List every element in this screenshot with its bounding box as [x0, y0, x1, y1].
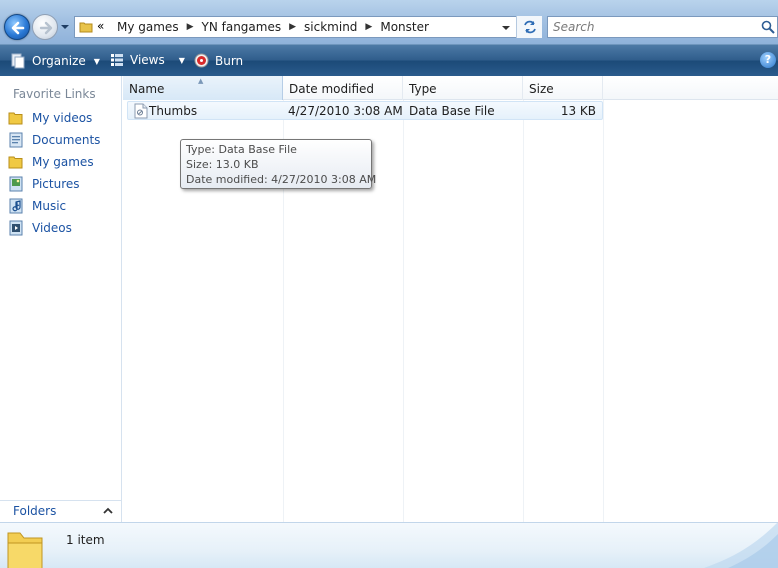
favorite-link-label: My games [32, 155, 94, 169]
views-button[interactable]: Views ▼ [110, 53, 185, 67]
folder-icon [8, 156, 23, 169]
organize-icon [11, 53, 25, 69]
file-info-tooltip: Type: Data Base File Size: 13.0 KB Date … [180, 139, 377, 189]
favorite-link-my-games[interactable]: My games [8, 154, 94, 170]
search-box [547, 16, 778, 38]
breadcrumb-separator-icon[interactable]: ▶ [285, 22, 300, 32]
column-label: Size [529, 82, 554, 96]
burn-disc-icon [194, 53, 209, 68]
refresh-button[interactable] [516, 16, 542, 38]
breadcrumb-item[interactable]: Monster [376, 20, 433, 34]
decorative-swoosh [704, 523, 778, 568]
documents-icon [9, 132, 23, 148]
organize-button[interactable]: Organize ▼ [10, 53, 100, 69]
burn-label: Burn [215, 53, 244, 68]
column-label: Date modified [289, 82, 375, 96]
favorite-link-my-videos[interactable]: My videos [8, 110, 92, 126]
breadcrumb: My games ▶ YN fangames ▶ sickmind ▶ Mons… [113, 20, 433, 34]
file-date-modified: 4/27/2010 3:08 AM [288, 104, 403, 118]
favorite-link-pictures[interactable]: Pictures [8, 176, 80, 192]
breadcrumb-item[interactable]: My games [113, 20, 183, 34]
favorite-link-label: Documents [32, 133, 101, 147]
chevron-down-icon: ▼ [178, 55, 185, 65]
favorite-link-documents[interactable]: Documents [8, 132, 100, 148]
pictures-icon [9, 176, 23, 192]
database-file-icon [134, 103, 148, 119]
item-count: 1 item [66, 533, 105, 547]
column-divider [403, 100, 404, 522]
column-headers: ▲ Name Date modified Type Size [123, 76, 778, 100]
breadcrumb-bar[interactable]: « My games ▶ YN fangames ▶ sickmind ▶ Mo… [74, 16, 542, 38]
breadcrumb-item[interactable]: YN fangames [198, 20, 286, 34]
file-row[interactable]: Thumbs 4/27/2010 3:08 AM Data Base File … [127, 101, 603, 120]
column-divider [523, 100, 524, 522]
file-size: 13 KB [560, 104, 596, 118]
column-header-name[interactable]: ▲ Name [123, 76, 283, 100]
burn-button[interactable]: Burn [194, 53, 243, 68]
favorite-link-label: My videos [32, 111, 93, 125]
refresh-icon [524, 20, 536, 34]
favorite-links-header: Favorite Links [13, 87, 96, 101]
favorite-link-label: Pictures [32, 177, 80, 191]
back-arrow-icon [11, 21, 25, 35]
breadcrumb-separator-icon[interactable]: ▶ [361, 22, 376, 32]
sort-ascending-icon: ▲ [198, 77, 204, 85]
file-name: Thumbs [149, 104, 198, 118]
details-pane: 1 item [0, 522, 778, 568]
search-icon[interactable] [761, 20, 775, 34]
tooltip-date-modified: Date modified: 4/27/2010 3:08 AM [186, 173, 377, 186]
tooltip-size: Size: 13.0 KB [186, 158, 259, 171]
folder-icon [79, 22, 93, 33]
chevron-up-icon [103, 507, 113, 514]
command-bar: Organize ▼ Views ▼ Burn ? [0, 44, 778, 76]
search-input[interactable] [553, 18, 753, 36]
column-header-date-modified[interactable]: Date modified [283, 76, 403, 100]
folders-toggle[interactable]: Folders [0, 500, 121, 522]
breadcrumb-overflow[interactable]: « [97, 19, 104, 33]
column-header-size[interactable]: Size [523, 76, 603, 100]
organize-label: Organize [32, 54, 86, 68]
breadcrumb-item[interactable]: sickmind [300, 20, 361, 34]
videos-icon [9, 220, 23, 236]
favorite-link-label: Videos [32, 221, 72, 235]
column-divider [603, 100, 604, 522]
favorite-link-label: Music [32, 199, 67, 213]
address-dropdown-icon[interactable] [497, 17, 515, 39]
favorite-link-videos[interactable]: Videos [8, 220, 72, 236]
navigation-pane: Favorite Links My videos Documents My ga… [0, 76, 122, 522]
views-label: Views [130, 53, 165, 67]
back-button[interactable] [4, 14, 30, 40]
forward-button[interactable] [32, 14, 58, 40]
folders-label: Folders [13, 504, 57, 518]
address-bar: « My games ▶ YN fangames ▶ sickmind ▶ Mo… [0, 0, 778, 44]
folder-icon [8, 112, 23, 125]
column-label: Type [409, 82, 437, 96]
chevron-down-icon: ▼ [93, 56, 100, 66]
forward-arrow-icon [39, 21, 53, 35]
column-header-type[interactable]: Type [403, 76, 523, 100]
favorite-link-music[interactable]: Music [8, 198, 66, 214]
breadcrumb-separator-icon[interactable]: ▶ [183, 22, 198, 32]
tooltip-type: Type: Data Base File [186, 143, 297, 156]
folder-large-icon [7, 532, 43, 568]
file-type: Data Base File [409, 104, 495, 118]
recent-pages-dropdown-icon[interactable] [60, 22, 70, 32]
music-icon [9, 198, 23, 214]
column-label: Name [129, 82, 165, 96]
views-icon [111, 54, 123, 66]
help-icon[interactable]: ? [760, 52, 776, 68]
